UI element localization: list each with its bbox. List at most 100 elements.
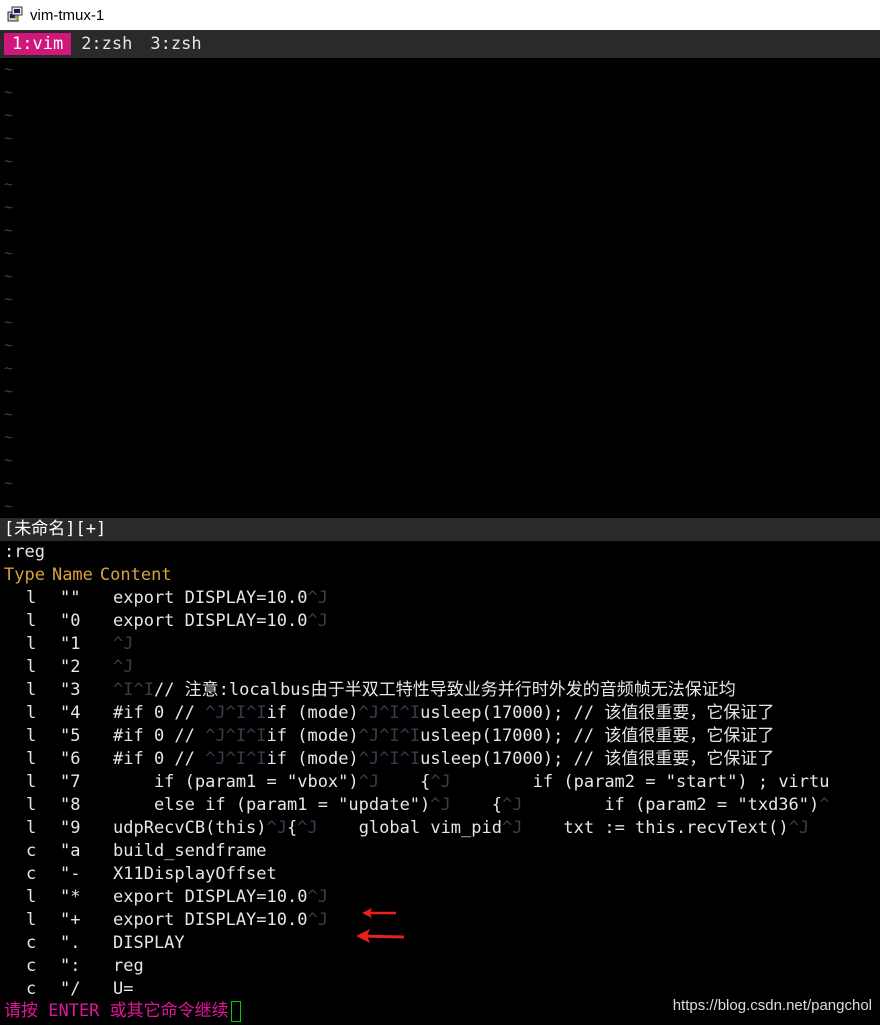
- control-char: ^J: [307, 611, 328, 631]
- control-char: ^J: [266, 818, 288, 838]
- register-name: "5: [60, 726, 81, 746]
- red-arrow-annotation: [356, 929, 405, 943]
- register-content: else if (param1 = "update")^J {^J if (pa…: [113, 794, 830, 817]
- vim-tilde-line: ~: [4, 221, 14, 239]
- register-row: l "7 if (param1 = "vbox")^J {^J if (param…: [0, 771, 880, 794]
- control-char: ^J: [307, 887, 328, 907]
- register-text: if (param2 = "start") ; virtu: [450, 772, 830, 792]
- vim-tilde-line: ~: [4, 497, 14, 515]
- register-name: ":: [60, 956, 81, 976]
- register-type: c: [26, 864, 37, 884]
- tmux-tab-vim[interactable]: 1:vim: [4, 33, 72, 55]
- register-text: U=: [113, 979, 134, 999]
- tmux-tab-zsh-2[interactable]: 2:zsh: [73, 33, 140, 55]
- register-text: usleep(17000); // 该值很重要，它保证了: [420, 726, 775, 746]
- control-char: ^J^I^I: [205, 749, 267, 769]
- register-content: export DISPLAY=10.0^J: [113, 587, 328, 610]
- register-row: l "0 export DISPLAY=10.0^J: [0, 610, 880, 633]
- register-type: l: [26, 772, 37, 792]
- register-text: {: [287, 818, 298, 838]
- register-name: "4: [60, 703, 81, 723]
- register-content: #if 0 // ^J^I^Iif (mode)^J^I^Iusleep(170…: [113, 702, 774, 725]
- register-type: l: [26, 726, 37, 746]
- control-char: ^J: [307, 588, 328, 608]
- control-char: ^J: [113, 634, 134, 654]
- control-char: ^J: [788, 818, 810, 838]
- register-text: DISPLAY: [113, 933, 185, 953]
- register-type: c: [26, 841, 37, 861]
- control-char: ^I^I: [113, 680, 154, 700]
- header-content: Content: [99, 565, 172, 585]
- vim-tilde-line: ~: [4, 129, 14, 147]
- control-char: ^J: [430, 795, 451, 815]
- register-type: l: [26, 588, 37, 608]
- register-row: l "2 ^J: [0, 656, 880, 679]
- register-name: "6: [60, 749, 81, 769]
- cursor: [230, 1000, 241, 1022]
- register-type: l: [26, 818, 37, 838]
- putty-icon: [7, 6, 23, 22]
- register-name: "8: [60, 795, 81, 815]
- register-table-header: Type Name Content: [4, 564, 179, 587]
- register-type: c: [26, 979, 37, 999]
- header-name: Name: [51, 565, 93, 585]
- register-row: l "" export DISPLAY=10.0^J: [0, 587, 880, 610]
- register-type: l: [26, 887, 37, 907]
- register-type: l: [26, 795, 37, 815]
- register-name: "a: [60, 841, 81, 861]
- register-text: if (mode): [266, 703, 359, 723]
- vim-tilde-line: ~: [4, 359, 14, 377]
- vim-tilde-line: ~: [4, 175, 14, 193]
- register-content: export DISPLAY=10.0^J: [113, 610, 328, 633]
- tmux-window-list: 1:vim 2:zsh 3:zsh: [0, 30, 880, 58]
- register-row: l "4 #if 0 // ^J^I^Iif (mode)^J^I^Iusleep(…: [0, 702, 880, 725]
- register-text: txt := this.recvText(): [522, 818, 789, 838]
- control-char: ^J: [501, 818, 523, 838]
- register-content: build_sendframe: [113, 840, 267, 863]
- register-text: udpRecvCB(this): [113, 818, 267, 838]
- register-content: X11DisplayOffset: [113, 863, 277, 886]
- terminal-area[interactable]: 1:vim 2:zsh 3:zsh ~ ~ ~ ~ ~ ~ ~ ~ ~ ~ ~ ~ ~ ~ ~ ~ ~ ~ ~ ~ […: [0, 30, 880, 1025]
- register-name: "1: [60, 634, 81, 654]
- register-row: c ": reg: [0, 955, 880, 978]
- control-char: ^J: [297, 818, 318, 838]
- register-text: export DISPLAY=10.0: [113, 887, 308, 907]
- control-char: ^J: [113, 657, 134, 677]
- vim-tilde-line: ~: [4, 336, 14, 354]
- register-content: export DISPLAY=10.0^J: [113, 909, 328, 932]
- register-text: #if 0 //: [113, 749, 206, 769]
- header-type: Type: [4, 565, 45, 585]
- control-char: ^J: [307, 910, 328, 930]
- register-content: ^J: [113, 656, 133, 679]
- register-content: ^I^I// 注意:localbus由于半双工特性导致业务并行时外发的音频帧无法…: [113, 679, 736, 702]
- control-char: ^J: [501, 795, 523, 815]
- register-content: reg: [113, 955, 144, 978]
- tmux-tab-zsh-3[interactable]: 3:zsh: [142, 33, 209, 55]
- register-text: build_sendframe: [113, 841, 267, 861]
- register-content: #if 0 // ^J^I^Iif (mode)^J^I^Iusleep(170…: [113, 748, 774, 771]
- register-row: c "a build_sendframe: [0, 840, 880, 863]
- register-content: udpRecvCB(this)^J{^J global vim_pid^J tx…: [113, 817, 809, 840]
- register-name: "": [60, 588, 81, 608]
- register-content: #if 0 // ^J^I^Iif (mode)^J^I^Iusleep(170…: [113, 725, 774, 748]
- register-content: ^J: [113, 633, 133, 656]
- register-text: if (mode): [266, 749, 359, 769]
- register-content: U=: [113, 978, 133, 1001]
- register-text: usleep(17000); // 该值很重要，它保证了: [420, 749, 775, 769]
- register-name: "/: [60, 979, 81, 999]
- control-char: ^J^I^I: [205, 726, 267, 746]
- register-type: l: [26, 749, 37, 769]
- control-char: ^J^I^I: [205, 703, 267, 723]
- register-text: if (mode): [266, 726, 359, 746]
- register-type: l: [26, 680, 37, 700]
- register-content: DISPLAY: [113, 932, 185, 955]
- control-char: ^J^I^I: [358, 726, 421, 746]
- control-char: ^J^I^I: [358, 703, 421, 723]
- register-text: #if 0 //: [113, 703, 206, 723]
- vim-tilde-line: ~: [4, 83, 14, 101]
- register-name: "-: [60, 864, 81, 884]
- vim-tilde-line: ~: [4, 290, 14, 308]
- register-name: "2: [60, 657, 81, 677]
- vim-statusline: [未命名][+]: [0, 518, 880, 541]
- vim-empty-buffer: ~ ~ ~ ~ ~ ~ ~ ~ ~ ~ ~ ~ ~ ~ ~ ~ ~ ~ ~ ~: [0, 58, 880, 518]
